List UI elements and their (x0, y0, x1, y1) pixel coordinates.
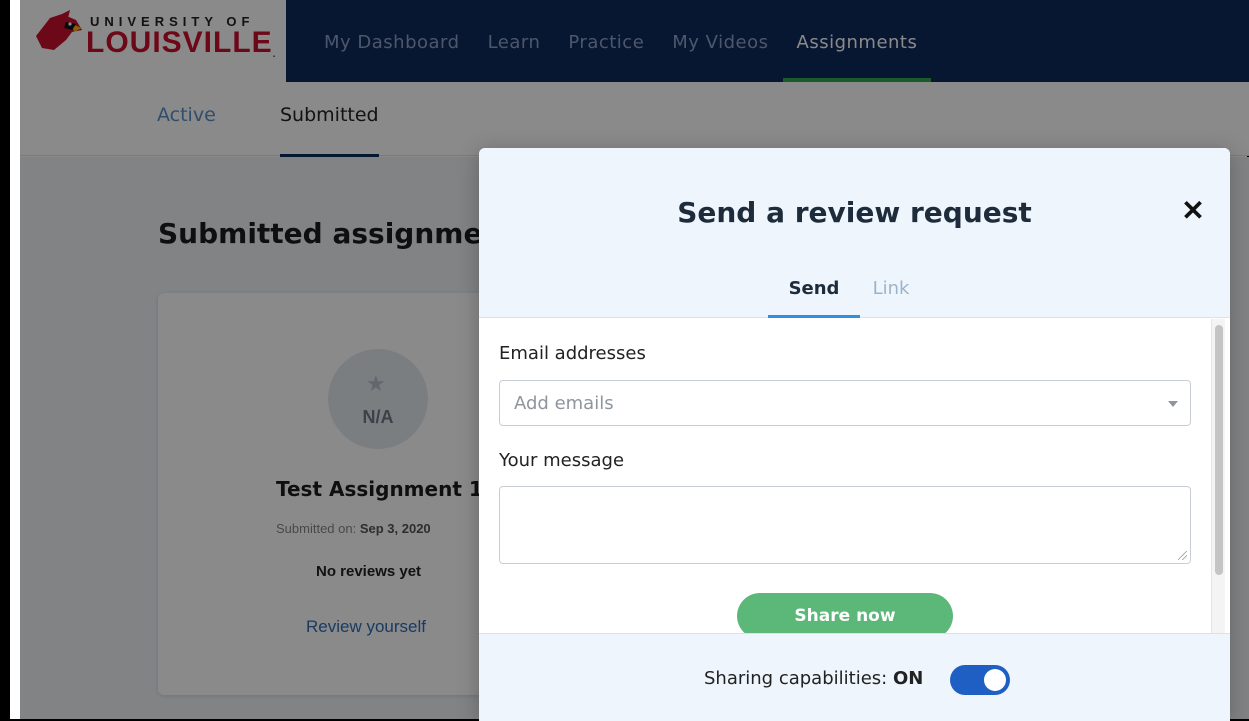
window-frame: UNIVERSITY OF LOUISVILLE. My Dashboard L… (0, 0, 1249, 721)
modal-body: Email addresses Add emails Your message … (479, 319, 1230, 639)
sharing-capabilities-label: Sharing capabilities: ON (704, 668, 923, 689)
chevron-down-icon[interactable] (1168, 401, 1178, 407)
scrollbar-thumb[interactable] (1215, 325, 1223, 575)
email-label: Email addresses (499, 343, 646, 364)
review-request-modal: Send a review request ✕ Send Link Email … (479, 148, 1230, 721)
message-textarea[interactable] (499, 486, 1191, 564)
modal-title: Send a review request (677, 196, 1032, 229)
email-placeholder: Add emails (514, 393, 614, 414)
sharing-state: ON (892, 668, 924, 689)
scrollbar[interactable] (1211, 319, 1225, 633)
toggle-knob (984, 669, 1006, 691)
modal-tabs: Send Link (479, 274, 1230, 318)
tab-link[interactable]: Link (863, 274, 919, 318)
sharing-label: Sharing capabilities: (704, 668, 893, 689)
modal-footer: Sharing capabilities: ON (479, 633, 1230, 721)
tab-send[interactable]: Send (768, 274, 860, 318)
message-label: Your message (499, 450, 625, 471)
resize-handle-icon[interactable] (1178, 551, 1187, 560)
modal-header: Send a review request ✕ Send Link (479, 148, 1230, 318)
email-field[interactable]: Add emails (499, 380, 1191, 426)
close-icon[interactable]: ✕ (1180, 197, 1206, 225)
sharing-toggle[interactable] (950, 665, 1010, 695)
